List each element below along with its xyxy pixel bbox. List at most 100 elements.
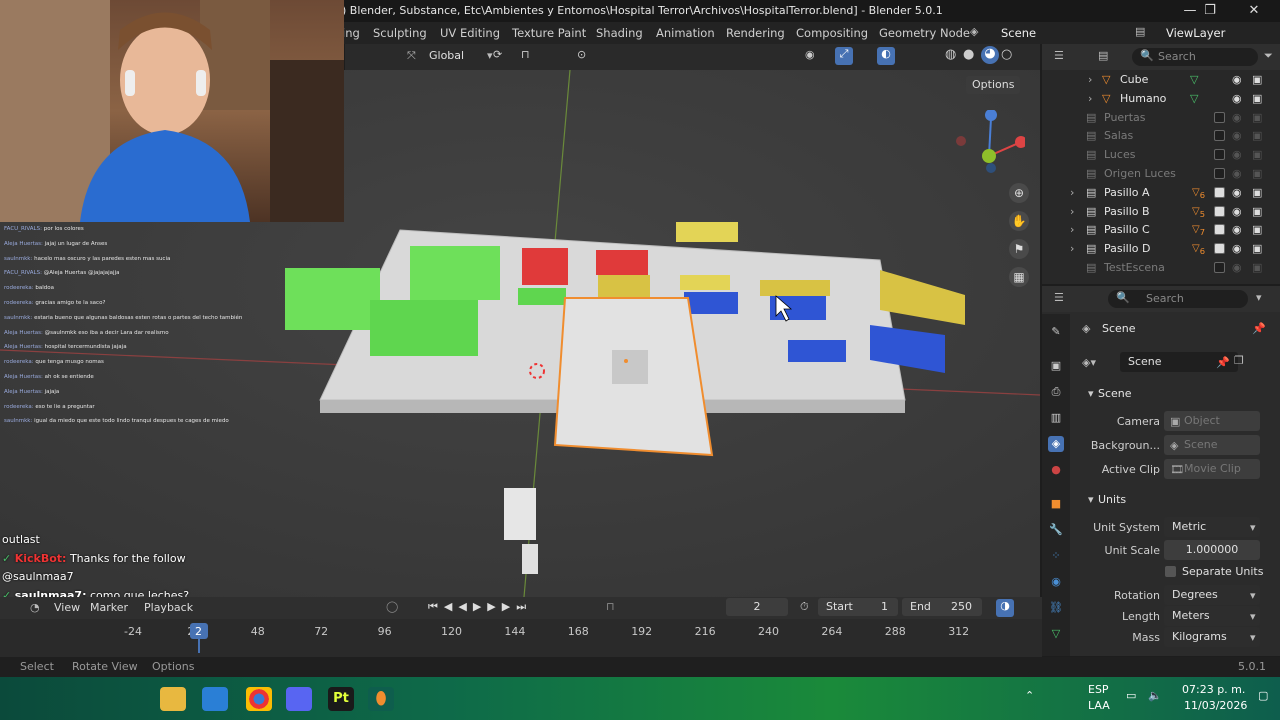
- filter-icon[interactable]: ⏷: [1264, 49, 1273, 63]
- solid-shading-icon[interactable]: ●: [963, 47, 974, 62]
- outliner-row[interactable]: › ▽ Humano ▽ ◉ ▣: [1042, 89, 1280, 108]
- clock-time[interactable]: 07:23 p. m.: [1182, 683, 1245, 696]
- expand-chevron-icon[interactable]: ›: [1070, 220, 1074, 239]
- material-shading-icon[interactable]: ◕: [981, 46, 999, 64]
- include-checkbox[interactable]: [1214, 130, 1225, 142]
- outliner-row[interactable]: ▤ TestEscena ◉ ▣: [1042, 258, 1280, 277]
- outliner-row[interactable]: › ▤ Pasillo D ▽6 ◉ ▣: [1042, 239, 1280, 258]
- scene-browse-icon[interactable]: ◈▾: [1082, 356, 1096, 369]
- render-tab-icon[interactable]: ▣: [1048, 358, 1064, 374]
- notepad-icon[interactable]: [202, 687, 228, 711]
- camera-icon[interactable]: ▣: [1252, 183, 1262, 202]
- chevron-down-icon[interactable]: ▾: [1088, 387, 1094, 400]
- new-scene-icon[interactable]: ❐: [1234, 354, 1244, 367]
- tab-compositing[interactable]: Compositing: [796, 26, 868, 40]
- navigation-gizmo[interactable]: [955, 110, 1025, 180]
- include-checkbox[interactable]: [1214, 186, 1225, 198]
- physics-tab-icon[interactable]: ◉: [1048, 574, 1064, 590]
- blender-icon[interactable]: ⬮: [368, 687, 394, 711]
- chevron-down-icon[interactable]: ▾: [1256, 291, 1262, 304]
- fake-user-icon[interactable]: 📌: [1216, 356, 1230, 369]
- clock-date[interactable]: 11/03/2026: [1184, 699, 1247, 712]
- world-tab-icon[interactable]: ●: [1048, 462, 1064, 478]
- tab-texture-paint[interactable]: Texture Paint: [512, 26, 586, 40]
- tab-uv-editing[interactable]: UV Editing: [440, 26, 500, 40]
- rotation-select[interactable]: Degrees: [1164, 585, 1260, 605]
- editor-type-icon[interactable]: ☰: [1054, 291, 1064, 304]
- view-layer-tab-icon[interactable]: ▥: [1048, 410, 1064, 426]
- gizmo-toggle-icon[interactable]: ⤢: [835, 47, 853, 65]
- zoom-icon[interactable]: ⊕: [1009, 183, 1029, 203]
- include-checkbox[interactable]: [1214, 205, 1225, 217]
- outliner-row[interactable]: ▤ Salas ◉ ▣: [1042, 126, 1280, 145]
- eye-icon[interactable]: ◉: [1232, 145, 1242, 164]
- eye-icon[interactable]: ◉: [1232, 202, 1242, 221]
- scene-icon[interactable]: ◈: [970, 25, 978, 38]
- expand-chevron-icon[interactable]: ›: [1070, 183, 1074, 202]
- timeline-menu-playback[interactable]: Playback: [144, 601, 193, 614]
- eye-icon[interactable]: ◉: [1232, 239, 1242, 258]
- volume-icon[interactable]: 🔈: [1148, 689, 1162, 702]
- keying-icon[interactable]: ⊓: [606, 600, 615, 613]
- include-checkbox[interactable]: [1214, 262, 1225, 273]
- display-mode-icon[interactable]: ▤: [1098, 49, 1108, 62]
- pin-icon[interactable]: 📌: [1252, 322, 1266, 335]
- length-select[interactable]: Meters: [1164, 606, 1260, 626]
- outliner-row[interactable]: › ▤ Pasillo C ▽7 ◉ ▣: [1042, 220, 1280, 239]
- camera-icon[interactable]: ▣: [1252, 126, 1262, 145]
- tab-shading[interactable]: Shading: [596, 26, 643, 40]
- start-frame-field[interactable]: Start 1: [818, 598, 898, 616]
- scene-name[interactable]: Scene: [1001, 26, 1036, 40]
- notifications-icon[interactable]: ▢: [1258, 689, 1268, 702]
- include-checkbox[interactable]: [1214, 224, 1225, 236]
- camera-icon[interactable]: ▣: [1252, 258, 1262, 277]
- include-checkbox[interactable]: [1214, 111, 1225, 123]
- camera-icon[interactable]: ▣: [1252, 202, 1262, 221]
- visibility-icon[interactable]: ◉: [805, 48, 815, 61]
- eye-icon[interactable]: ◉: [1232, 70, 1242, 89]
- include-checkbox[interactable]: [1214, 243, 1225, 255]
- camera-icon[interactable]: ▣: [1252, 70, 1262, 89]
- particles-tab-icon[interactable]: ⁘: [1048, 548, 1064, 564]
- outliner-row[interactable]: › ▤ Pasillo B ▽5 ◉ ▣: [1042, 202, 1280, 221]
- scene-section-header[interactable]: Scene: [1098, 387, 1132, 400]
- camera-icon[interactable]: ▣: [1252, 145, 1262, 164]
- overlay-toggle-icon[interactable]: ◐: [877, 47, 895, 65]
- constraints-tab-icon[interactable]: ⛓: [1048, 600, 1064, 616]
- camera-view-icon[interactable]: ⚑: [1009, 239, 1029, 259]
- camera-icon[interactable]: ▣: [1252, 108, 1262, 127]
- camera-icon[interactable]: ▣: [1252, 220, 1262, 239]
- outliner-row[interactable]: ▤ Luces ◉ ▣: [1042, 145, 1280, 164]
- eye-icon[interactable]: ◉: [1232, 183, 1242, 202]
- camera-icon[interactable]: ▣: [1252, 239, 1262, 258]
- eye-icon[interactable]: ◉: [1232, 164, 1242, 183]
- transform-orientation-select[interactable]: Global: [429, 49, 464, 62]
- scene-tab-icon[interactable]: ◈: [1048, 436, 1064, 452]
- perspective-toggle-icon[interactable]: ▦: [1009, 267, 1029, 287]
- editor-type-icon[interactable]: ☰: [1054, 49, 1064, 62]
- unit-system-select[interactable]: Metric: [1164, 517, 1260, 537]
- output-tab-icon[interactable]: ⎙: [1048, 384, 1064, 400]
- record-icon[interactable]: ◯: [386, 600, 398, 613]
- mass-select[interactable]: Kilograms: [1164, 627, 1260, 647]
- tray-chevron-icon[interactable]: ⌃: [1025, 689, 1034, 702]
- outliner-row[interactable]: ▤ Puertas ◉ ▣: [1042, 108, 1280, 127]
- separate-units-checkbox[interactable]: [1165, 566, 1176, 577]
- current-frame-field[interactable]: 2: [726, 598, 788, 616]
- close-button[interactable]: ✕: [1234, 0, 1274, 22]
- expand-chevron-icon[interactable]: ›: [1070, 202, 1074, 221]
- camera-icon[interactable]: ▣: [1252, 89, 1262, 108]
- outliner-row[interactable]: › ▽ Cube ▽ ◉ ▣: [1042, 70, 1280, 89]
- substance-painter-icon[interactable]: Pt: [328, 687, 354, 711]
- snap-icon[interactable]: ⊓: [521, 48, 530, 61]
- discord-icon[interactable]: [286, 687, 312, 711]
- expand-chevron-icon[interactable]: ›: [1070, 239, 1074, 258]
- proportional-edit-icon[interactable]: ⊙: [577, 48, 586, 61]
- playback-controls[interactable]: ⏮◀◀▶▶▶⏭: [428, 600, 532, 614]
- include-checkbox[interactable]: [1214, 168, 1225, 179]
- include-checkbox[interactable]: [1214, 149, 1225, 161]
- viewlayer-name[interactable]: ViewLayer: [1166, 26, 1225, 40]
- pan-icon[interactable]: ✋: [1009, 211, 1029, 231]
- wireframe-shading-icon[interactable]: ◍: [945, 47, 956, 62]
- auto-keying-icon[interactable]: ◑: [996, 599, 1014, 617]
